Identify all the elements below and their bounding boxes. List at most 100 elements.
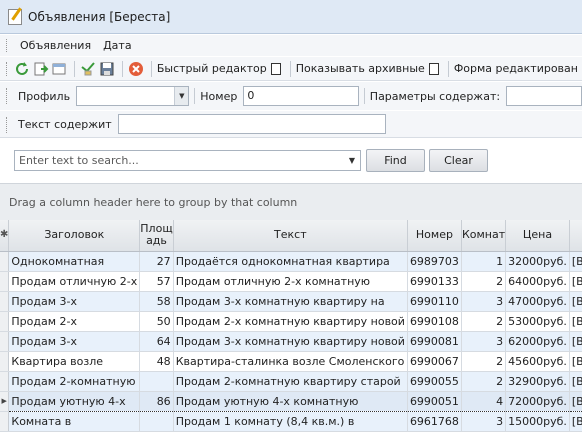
cell-title[interactable]: Продам 2-х (8, 311, 141, 332)
cell-title[interactable]: Продам 3-х (8, 291, 141, 312)
row-indicator[interactable]: ▶ (0, 391, 10, 412)
cell-rooms[interactable]: 2 (461, 371, 507, 392)
table-row[interactable]: Однокомнатная 27 Продаётся однокомнатная к… (0, 251, 582, 272)
cell-number[interactable]: 6990051 (407, 390, 462, 412)
cell-title[interactable]: Квартира возле (8, 351, 141, 372)
table-row[interactable]: Продам 2-х 50 Продам 2-х комнатную квартир… (0, 311, 582, 332)
cell-area[interactable] (139, 411, 174, 432)
clear-button[interactable]: Clear (429, 149, 488, 172)
cell-text[interactable]: Квартира-сталинка возле Смоленского (173, 351, 408, 372)
cell-rooms[interactable]: 3 (461, 331, 507, 352)
cell-area[interactable]: 27 (139, 251, 174, 272)
find-button[interactable]: Find (366, 149, 425, 172)
cell-number[interactable]: 6990067 (407, 351, 462, 372)
cell-price[interactable]: 53000руб. (505, 311, 570, 332)
cell-extra[interactable]: [ВитеС (569, 331, 582, 352)
cell-number[interactable]: 6990055 (407, 371, 462, 392)
cell-extra[interactable]: [ВитеС (569, 291, 582, 312)
column-header-number[interactable]: Номер (407, 220, 462, 252)
table-row[interactable]: Продам 3-х 64 Продам 3-х комнатную квартир… (0, 331, 582, 352)
cell-extra[interactable]: [ВитеС (569, 351, 582, 372)
cell-price[interactable]: 47000руб. (505, 291, 570, 312)
cell-area[interactable]: 50 (139, 311, 174, 332)
cell-rooms[interactable]: 1 (461, 251, 507, 272)
cell-text[interactable]: Продам отличную 2-х комнатную (173, 271, 408, 292)
cell-rooms[interactable]: 2 (461, 271, 507, 292)
row-indicator[interactable] (0, 331, 10, 352)
edit-form-label[interactable]: Форма редактирован (454, 62, 578, 75)
quick-editor-checkbox[interactable] (270, 62, 281, 75)
cell-text[interactable]: Продам 1 комнату (8,4 кв.м.) в (173, 411, 408, 432)
cell-text[interactable]: Продаётся однокомнатная квартира (173, 251, 408, 272)
column-header-area[interactable]: Площ адь (139, 220, 174, 252)
table-row[interactable]: Комната в Продам 1 комнату (8,4 кв.м.) в6… (0, 411, 582, 432)
cell-title[interactable]: Продам отличную 2-х (8, 271, 141, 292)
menu-item-ads[interactable]: Объявления (20, 39, 91, 52)
table-row[interactable]: Квартира возле 48 Квартира-сталинка возле … (0, 351, 582, 372)
cell-area[interactable]: 58 (139, 291, 174, 312)
cell-area[interactable]: 48 (139, 351, 174, 372)
cell-extra[interactable]: [ВитеС (569, 371, 582, 392)
row-indicator[interactable] (0, 251, 10, 272)
chevron-down-icon[interactable]: ▼ (344, 151, 360, 170)
grip-handle[interactable] (6, 39, 8, 52)
cell-extra[interactable]: [ВитеС (569, 251, 582, 272)
row-indicator[interactable] (0, 311, 10, 332)
table-row[interactable]: Продам 3-х 58 Продам 3-х комнатную квартир… (0, 291, 582, 312)
save-icon[interactable] (98, 59, 114, 79)
cell-price[interactable]: 72000руб. (505, 390, 570, 412)
grip-handle[interactable] (6, 88, 8, 104)
column-header-extra[interactable] (569, 220, 582, 252)
cell-number[interactable]: 6989703 (407, 251, 462, 272)
cell-number[interactable]: 6961768 (407, 411, 462, 432)
grip-handle[interactable] (6, 117, 8, 133)
cell-title[interactable]: Комната в (8, 411, 141, 432)
search-input[interactable]: Enter text to search... ▼ (14, 150, 361, 171)
cell-text[interactable]: Продам 3-х комнатную квартиру на (173, 291, 408, 312)
show-archive-checkbox[interactable] (428, 62, 440, 75)
cell-rooms[interactable]: 2 (461, 311, 507, 332)
cell-number[interactable]: 6990108 (407, 311, 462, 332)
delete-icon[interactable] (128, 59, 144, 79)
params-input[interactable] (506, 86, 582, 106)
cell-text[interactable]: Продам 2-х комнатную квартиру новой (173, 311, 408, 332)
cell-title[interactable]: Продам уютную 4-х (8, 390, 141, 412)
cell-area[interactable]: 64 (139, 331, 174, 352)
cell-extra[interactable]: [ВитеС (569, 311, 582, 332)
cell-number[interactable]: 6990081 (407, 331, 462, 352)
cell-price[interactable]: 62000руб. (505, 331, 570, 352)
column-header-title[interactable]: Заголовок (8, 220, 141, 252)
column-header-price[interactable]: Цена (505, 220, 570, 252)
refresh-icon[interactable] (14, 59, 30, 79)
cell-number[interactable]: 6990133 (407, 271, 462, 292)
row-indicator[interactable] (0, 351, 10, 372)
group-by-panel[interactable]: Drag a column header here to group by th… (0, 183, 582, 220)
cell-title[interactable]: Однокомнатная (8, 251, 141, 272)
row-indicator[interactable] (0, 411, 10, 432)
text-contains-input[interactable] (117, 114, 386, 134)
column-header-text[interactable]: Текст (173, 220, 408, 252)
cell-number[interactable]: 6990110 (407, 291, 462, 312)
cell-text[interactable]: Продам 2-комнатную квартиру старой (173, 371, 408, 392)
cell-text[interactable]: Продам уютную 4-х комнатную (173, 390, 408, 412)
cell-title[interactable]: Продам 2-комнатную (8, 371, 141, 392)
table-row[interactable]: Продам 2-комнатную Продам 2-комнатную ква… (0, 371, 582, 392)
cell-rooms[interactable]: 3 (461, 291, 507, 312)
cell-price[interactable]: 32000руб. (505, 251, 570, 272)
cell-extra[interactable]: [ВитеС (569, 411, 582, 432)
check-icon[interactable] (80, 59, 96, 79)
window-icon[interactable] (51, 59, 67, 79)
import-icon[interactable] (32, 59, 49, 79)
table-row[interactable]: Продам отличную 2-х 57 Продам отличную 2-х… (0, 271, 582, 292)
row-indicator-header[interactable]: ✱ (0, 220, 10, 252)
cell-title[interactable]: Продам 3-х (8, 331, 141, 352)
cell-extra[interactable]: [ВитеС (569, 271, 582, 292)
cell-text[interactable]: Продам 3-х комнатную квартиру новой (173, 331, 408, 352)
cell-rooms[interactable]: 2 (461, 351, 507, 372)
menu-item-date[interactable]: Дата (103, 39, 131, 52)
column-header-rooms[interactable]: Комнат (461, 220, 507, 252)
cell-rooms[interactable]: 3 (461, 411, 507, 432)
chevron-down-icon[interactable]: ▼ (174, 87, 189, 105)
profile-select[interactable]: ▼ (76, 86, 190, 106)
row-indicator[interactable] (0, 371, 10, 392)
